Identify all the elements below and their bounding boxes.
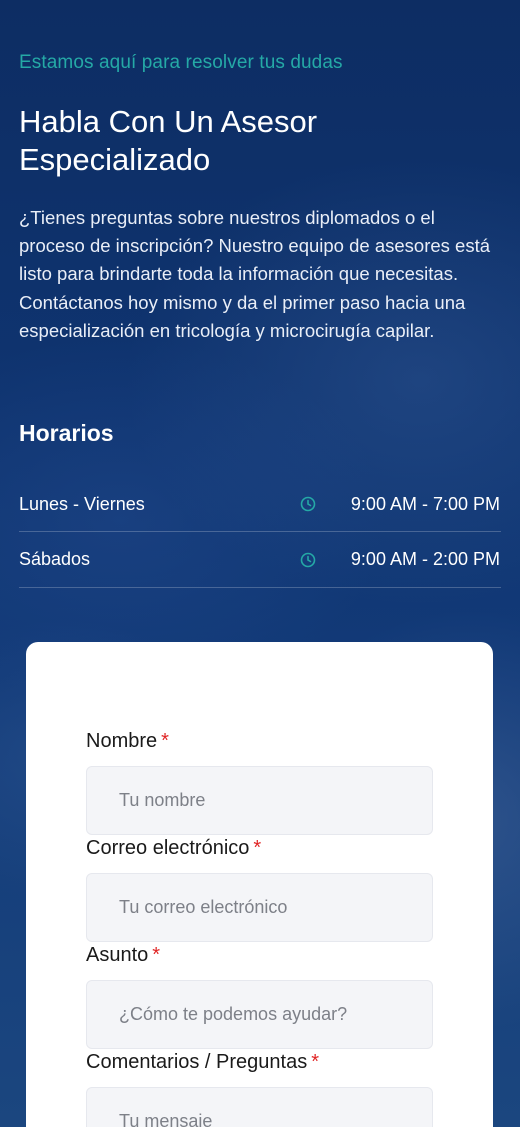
- clock-icon: [300, 552, 316, 567]
- hours-day: Lunes - Viernes: [19, 493, 145, 514]
- intro-paragraph: ¿Tienes preguntas sobre nuestros diploma…: [19, 207, 491, 341]
- message-field-group: Comentarios / Preguntas *: [86, 1051, 433, 1127]
- subject-input[interactable]: [86, 980, 433, 1049]
- message-label: Comentarios / Preguntas *: [86, 1051, 320, 1073]
- hours-row-weekdays: Lunes - Viernes 9:00 AM - 7:00 PM: [19, 477, 501, 532]
- required-mark: *: [161, 730, 169, 752]
- required-mark: *: [311, 1051, 320, 1073]
- hours-day: Sábados: [19, 549, 91, 569]
- eyebrow-text: Estamos aquí para resolver tus dudas: [19, 52, 343, 73]
- hours-time: 9:00 AM - 7:00 PM: [350, 493, 500, 514]
- hours-time: 9:00 AM - 2:00 PM: [350, 549, 500, 569]
- email-field-group: Correo electrónico *: [86, 837, 433, 942]
- subject-label: Asunto *: [86, 944, 161, 966]
- required-mark: *: [152, 944, 161, 966]
- required-mark: *: [253, 837, 262, 859]
- page-title: Habla Con Un Asesor Especializado: [19, 104, 318, 177]
- hours-row-saturday: Sábados 9:00 AM - 2:00 PM: [19, 532, 501, 588]
- hours-heading: Horarios: [19, 420, 114, 446]
- name-input[interactable]: [86, 766, 433, 835]
- subject-field-group: Asunto *: [86, 944, 433, 1049]
- hours-list: Lunes - Viernes 9:00 AM - 7:00 PM Sábado…: [19, 477, 501, 588]
- message-input[interactable]: [86, 1087, 433, 1127]
- email-input[interactable]: [86, 873, 433, 942]
- email-label: Correo electrónico *: [86, 837, 262, 859]
- clock-icon: [300, 496, 316, 512]
- name-field-group: Nombre *: [86, 730, 433, 835]
- contact-form: Nombre* Correo electrónico* Asunto* Come…: [26, 642, 493, 1127]
- name-label: Nombre *: [86, 730, 169, 752]
